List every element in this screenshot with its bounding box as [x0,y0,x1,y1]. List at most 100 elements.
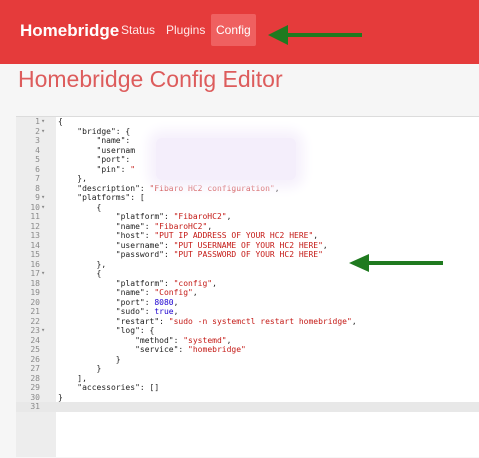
code-token: "name": [58,288,155,297]
code-token: "PUT USERNAME OF YOUR HC2 HERE" [173,240,323,250]
line-number: 21 [30,307,40,316]
code-token: "description": [58,183,150,193]
line-number: 9 [35,193,40,202]
code-token: "PUT IP ADDRESS OF YOUR HC2 HERE" [154,231,314,240]
code-token: { [58,269,102,278]
code-token: "port": [58,297,155,307]
code-token: } [58,392,63,402]
fold-toggle-icon[interactable]: ▾ [41,117,45,127]
code-token: { [58,202,102,212]
code-text: "method": "systemd", [58,336,231,346]
code-line[interactable]: 12 "name": "FibaroHC2", [16,222,479,232]
code-line[interactable]: 21 "sudo": true, [16,307,479,317]
code-token: "Config" [154,288,193,297]
code-token: }, [58,174,87,183]
code-text: "host": "PUT IP ADDRESS OF YOUR HC2 HERE… [58,231,318,241]
code-line[interactable]: 11 "platform": "FibaroHC2", [16,212,479,222]
line-number: 12 [30,221,40,231]
code-line[interactable]: 24 "method": "systemd", [16,336,479,346]
fold-toggle-icon[interactable]: ▾ [41,127,45,137]
code-line[interactable]: 10 ▾ { [16,203,479,213]
code-token: "sudo": [58,307,155,316]
nav-link-status[interactable]: Status [116,14,160,46]
code-token: "platforms": [ [58,193,145,202]
code-text: } [58,364,102,374]
code-token: "pin": [58,164,131,174]
code-token: "platform": [58,212,174,221]
code-text: { [58,117,63,127]
code-line[interactable]: 9 ▾ "platforms": [ [16,193,479,203]
line-number: 22 [30,316,40,326]
line-number: 18 [30,278,40,288]
code-token: "config" [173,278,213,288]
code-token: " [130,164,136,174]
code-token: true [154,307,174,316]
code-token: , [274,183,280,193]
code-line[interactable]: 30} [16,393,479,403]
brand-logo[interactable]: Homebridge [20,21,119,41]
code-token: "port": [58,155,136,164]
line-number: 10 [30,202,40,212]
code-text: "platform": "FibaroHC2", [58,212,232,222]
line-number: 3 [35,136,40,145]
code-token: "host": [58,231,155,240]
line-number: 24 [30,335,40,345]
line-number: 13 [30,231,40,240]
code-token: "PUT PASSWORD OF YOUR HC2 HERE" [173,250,323,259]
line-number: 26 [30,354,40,364]
code-token: , [226,335,232,345]
code-token: "name": [58,136,136,145]
code-line[interactable]: 31 [16,402,479,412]
code-text: }, [58,259,107,270]
code-token: "platform": [58,278,174,288]
code-editor[interactable]: 1 ▾{2 ▾ "bridge": {3 "name": 4 "usernam 5 "… [16,116,479,457]
nav-link-plugins[interactable]: Plugins [161,14,210,46]
line-number: 7 [35,174,40,183]
code-line[interactable]: 19 "name": "Config", [16,288,479,298]
line-number: 29 [30,383,40,392]
code-line[interactable]: 22 "restart": "sudo -n systemctl restart… [16,317,479,327]
line-number: 19 [30,288,40,297]
line-number: 23 [30,326,40,335]
code-text: { [58,269,102,279]
code-token: , [322,240,328,250]
code-line[interactable]: 25 "service": "homebridge" [16,345,479,355]
code-token: "restart": [58,316,169,326]
nav-link-config[interactable]: Config [211,14,256,46]
code-token: "FibaroHC2" [154,221,208,231]
code-line[interactable]: 27 } [16,364,479,374]
line-number: 4 [35,145,40,155]
code-line[interactable]: 29 "accessories": [] [16,383,479,393]
code-line[interactable]: 23 ▾ "log": { [16,326,479,336]
code-line[interactable]: 1 ▾ { [16,117,479,127]
code-token: "name": [58,221,155,231]
line-number: 14 [30,240,40,250]
code-token: }, [58,259,107,269]
code-line[interactable]: 8 "description": "Fibaro HC2 configurati… [16,184,479,194]
code-token: , [207,221,213,231]
code-line[interactable]: 13 "host": "PUT IP ADDRESS OF YOUR HC2 H… [16,231,479,241]
code-token: , [226,212,232,221]
code-token: , [173,307,179,316]
code-token: "username": [58,240,174,250]
fold-toggle-icon[interactable]: ▾ [41,193,45,203]
code-line[interactable]: 26 } [16,355,479,365]
code-text: ], [58,374,87,384]
code-text: "accessories": [] [58,383,159,393]
code-line[interactable]: 18 "platform": "config", [16,279,479,289]
code-line[interactable]: 14 "username": "PUT USERNAME OF YOUR HC2… [16,241,479,251]
code-text: } [58,355,121,365]
code-line[interactable]: 2 ▾ "bridge": { [16,127,479,137]
code-text: "platform": "config", [58,279,217,289]
code-text: "platforms": [ [58,193,145,203]
code-line[interactable]: 28 ], [16,374,479,384]
code-token: , [212,278,217,288]
code-token: "homebridge" [188,345,246,354]
line-number: 25 [30,345,40,354]
fold-toggle-icon[interactable]: ▾ [41,203,45,213]
code-token: { [58,117,63,126]
fold-toggle-icon[interactable]: ▾ [41,326,45,336]
fold-toggle-icon[interactable]: ▾ [41,269,45,279]
code-line[interactable]: 20 "port": 8080, [16,298,479,308]
code-token: "password": [58,250,174,259]
